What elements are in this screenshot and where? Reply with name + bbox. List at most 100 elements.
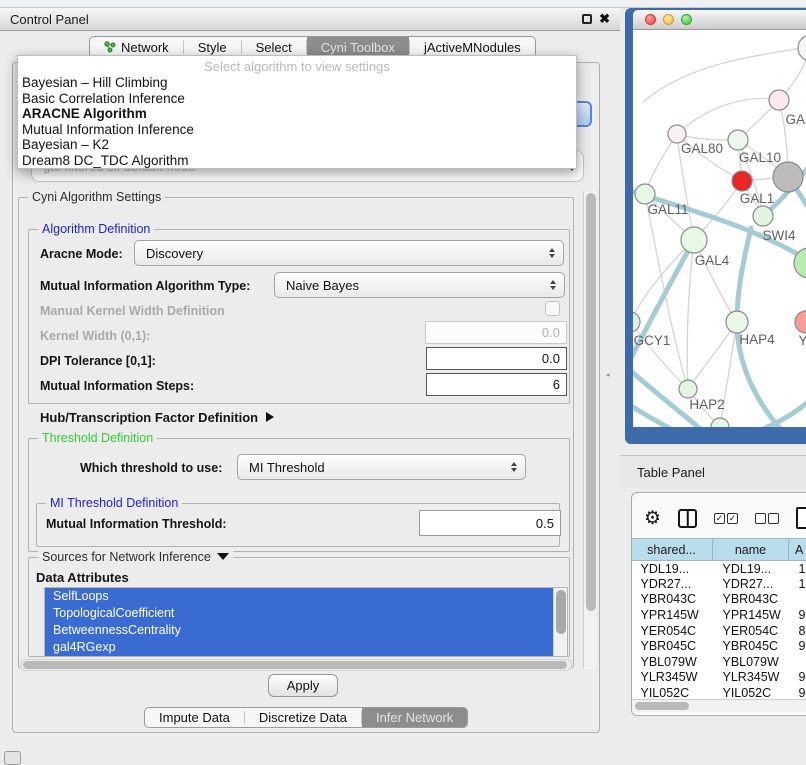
zoom-traffic-light-icon[interactable] bbox=[681, 14, 692, 25]
tab-jactivemnodules[interactable]: jActiveMNodules bbox=[410, 37, 535, 57]
table-row[interactable]: YPR145WYPR145W9. bbox=[631, 607, 806, 623]
network-node-gal10[interactable] bbox=[728, 130, 748, 150]
network-window-titlebar[interactable] bbox=[633, 10, 806, 30]
close-icon[interactable]: ✖ bbox=[599, 14, 610, 24]
mi-threshold-field[interactable]: 0.5 bbox=[419, 510, 561, 536]
network-edge[interactable] bbox=[733, 392, 806, 427]
table-cell: YBL079W bbox=[713, 654, 789, 670]
panel-resize-grip[interactable]: ◂ bbox=[606, 372, 611, 379]
table-row[interactable]: YBR043CYBR043C bbox=[631, 592, 806, 608]
network-node[interactable] bbox=[773, 162, 803, 192]
column-header-name[interactable]: name bbox=[713, 539, 789, 561]
table-cell: YBR043C bbox=[713, 592, 789, 608]
attribute-item-gal4rgexp[interactable]: gal4RGexp bbox=[45, 639, 567, 656]
select-all-checkboxes-icon[interactable]: ✓✓ bbox=[714, 513, 738, 524]
network-node[interactable] bbox=[798, 35, 806, 61]
dpi-tolerance-field[interactable]: 0.0 bbox=[426, 347, 567, 370]
network-edge[interactable] bbox=[687, 240, 694, 389]
column-header-shared[interactable]: shared... bbox=[631, 539, 713, 561]
table-cell: YLR345W bbox=[713, 670, 789, 686]
column-header-a[interactable]: A bbox=[789, 539, 806, 561]
table-row[interactable]: YDL19...YDL19...13 bbox=[631, 561, 806, 577]
close-traffic-light-icon[interactable] bbox=[645, 14, 656, 25]
mi-type-combo[interactable]: Naive Bayes bbox=[274, 272, 565, 298]
network-node-y[interactable] bbox=[795, 311, 806, 333]
gear-icon[interactable]: ⚙ bbox=[644, 509, 661, 528]
aracne-mode-label: Aracne Mode: bbox=[40, 247, 123, 261]
kernel-width-label: Kernel Width (0,1): bbox=[40, 329, 150, 343]
algorithm-option-bayesian-hill-climbing[interactable]: Bayesian – Hill Climbing bbox=[18, 75, 576, 91]
attribute-item-selfloops[interactable]: SelfLoops bbox=[45, 588, 567, 605]
network-node-hap4[interactable] bbox=[726, 311, 748, 333]
table-panel-title: Table Panel bbox=[637, 465, 705, 480]
minimize-traffic-light-icon[interactable] bbox=[663, 14, 674, 25]
settings-scrollbar-track[interactable] bbox=[583, 191, 597, 669]
data-attributes-list: SelfLoopsTopologicalCoefficientBetweenne… bbox=[44, 587, 568, 657]
columns-icon[interactable] bbox=[678, 509, 697, 528]
hub-definition-toggle[interactable]: Hub/Transcription Factor Definition bbox=[40, 410, 274, 425]
settings-hscrollbar-track[interactable] bbox=[20, 659, 572, 671]
network-node-gal[interactable] bbox=[769, 90, 789, 110]
table-row[interactable]: YBR045CYBR045C9. bbox=[631, 638, 806, 654]
table-row[interactable]: YER054CYER054C8. bbox=[631, 623, 806, 639]
network-edge[interactable] bbox=[633, 240, 694, 370]
table-row[interactable]: YLR345WYLR345W9. bbox=[631, 670, 806, 686]
mi-threshold-group-title: MI Threshold Definition bbox=[46, 496, 182, 510]
table-hscrollbar-track[interactable] bbox=[632, 699, 806, 712]
network-node[interactable] bbox=[711, 418, 729, 427]
tab-style[interactable]: Style bbox=[184, 37, 241, 57]
mi-type-value: Naive Bayes bbox=[286, 278, 359, 293]
tab-label: Impute Data bbox=[159, 710, 230, 725]
network-icon bbox=[104, 41, 116, 53]
document-icon[interactable] bbox=[796, 507, 806, 529]
manual-kernel-checkbox[interactable] bbox=[545, 301, 560, 316]
network-node-gal4[interactable] bbox=[681, 227, 707, 253]
network-node-gal1[interactable] bbox=[732, 171, 752, 191]
table-row[interactable]: YDR27...YDR27...12 bbox=[631, 576, 806, 592]
attributes-scrollbar-thumb[interactable] bbox=[556, 590, 566, 634]
network-node-swi4[interactable] bbox=[753, 206, 773, 226]
tab-select[interactable]: Select bbox=[242, 37, 306, 57]
minimized-panel-icon[interactable] bbox=[4, 751, 21, 765]
float-window-icon[interactable] bbox=[582, 14, 592, 24]
sources-group-title[interactable]: Sources for Network Inference bbox=[38, 550, 233, 564]
algorithm-option-bayesian-k2[interactable]: Bayesian – K2 bbox=[18, 137, 576, 153]
algorithm-option-basic-correlation-inference[interactable]: Basic Correlation Inference bbox=[18, 91, 576, 107]
settings-scrollbar-thumb[interactable] bbox=[586, 193, 596, 611]
desktop-strip bbox=[0, 0, 806, 8]
algorithm-option-dream8-dc-tdc-algorithm[interactable]: Dream8 DC_TDC Algorithm bbox=[18, 153, 576, 169]
table-cell bbox=[789, 654, 806, 670]
tab-label: Infer Network bbox=[376, 710, 453, 725]
network-node-gal11[interactable] bbox=[635, 184, 655, 204]
inference-algorithm-combo-button[interactable] bbox=[577, 101, 592, 127]
tab-impute-data[interactable]: Impute Data bbox=[145, 708, 244, 727]
tab-network[interactable]: Network bbox=[90, 37, 183, 57]
tab-discretize-data[interactable]: Discretize Data bbox=[245, 708, 361, 727]
which-threshold-combo[interactable]: MI Threshold bbox=[237, 454, 526, 480]
kernel-width-field[interactable]: 0.0 bbox=[425, 321, 567, 344]
tab-infer-network[interactable]: Infer Network bbox=[362, 708, 467, 727]
network-edge[interactable] bbox=[688, 322, 737, 389]
attributes-scrollbar-track[interactable] bbox=[553, 588, 567, 656]
settings-hscrollbar-thumb[interactable] bbox=[23, 661, 567, 669]
mi-steps-field[interactable]: 6 bbox=[426, 373, 567, 396]
aracne-mode-combo[interactable]: Discovery bbox=[134, 240, 564, 266]
attribute-item-betweennesscentrality[interactable]: BetweennessCentrality bbox=[45, 622, 567, 639]
apply-button[interactable]: Apply bbox=[268, 674, 338, 697]
mi-threshold-label: Mutual Information Threshold: bbox=[46, 517, 227, 531]
network-canvas[interactable]: GALGAL80GAL10GAL1GAL11SWI4GAL4GCY1HAP4YH… bbox=[633, 30, 806, 427]
tab-cyni-toolbox[interactable]: Cyni Toolbox bbox=[307, 37, 409, 57]
table-hscrollbar-thumb[interactable] bbox=[635, 702, 689, 710]
tab-label: Select bbox=[256, 40, 292, 55]
deselect-all-checkboxes-icon[interactable] bbox=[755, 513, 779, 524]
algorithm-definition-title: Algorithm Definition bbox=[38, 222, 154, 236]
aracne-mode-value: Discovery bbox=[146, 246, 203, 261]
network-node-gcy1[interactable] bbox=[633, 312, 640, 332]
dpi-tolerance-label: DPI Tolerance [0,1]: bbox=[40, 354, 156, 368]
algorithm-option-aracne-algorithm[interactable]: ARACNE Algorithm bbox=[18, 106, 576, 122]
table-row[interactable]: YBL079WYBL079W bbox=[631, 654, 806, 670]
algorithm-option-mutual-information-inference[interactable]: Mutual Information Inference bbox=[18, 122, 576, 138]
network-node-hap2[interactable] bbox=[679, 380, 697, 398]
attribute-item-topologicalcoefficient[interactable]: TopologicalCoefficient bbox=[45, 605, 567, 622]
node-label-y: Y bbox=[798, 333, 806, 348]
